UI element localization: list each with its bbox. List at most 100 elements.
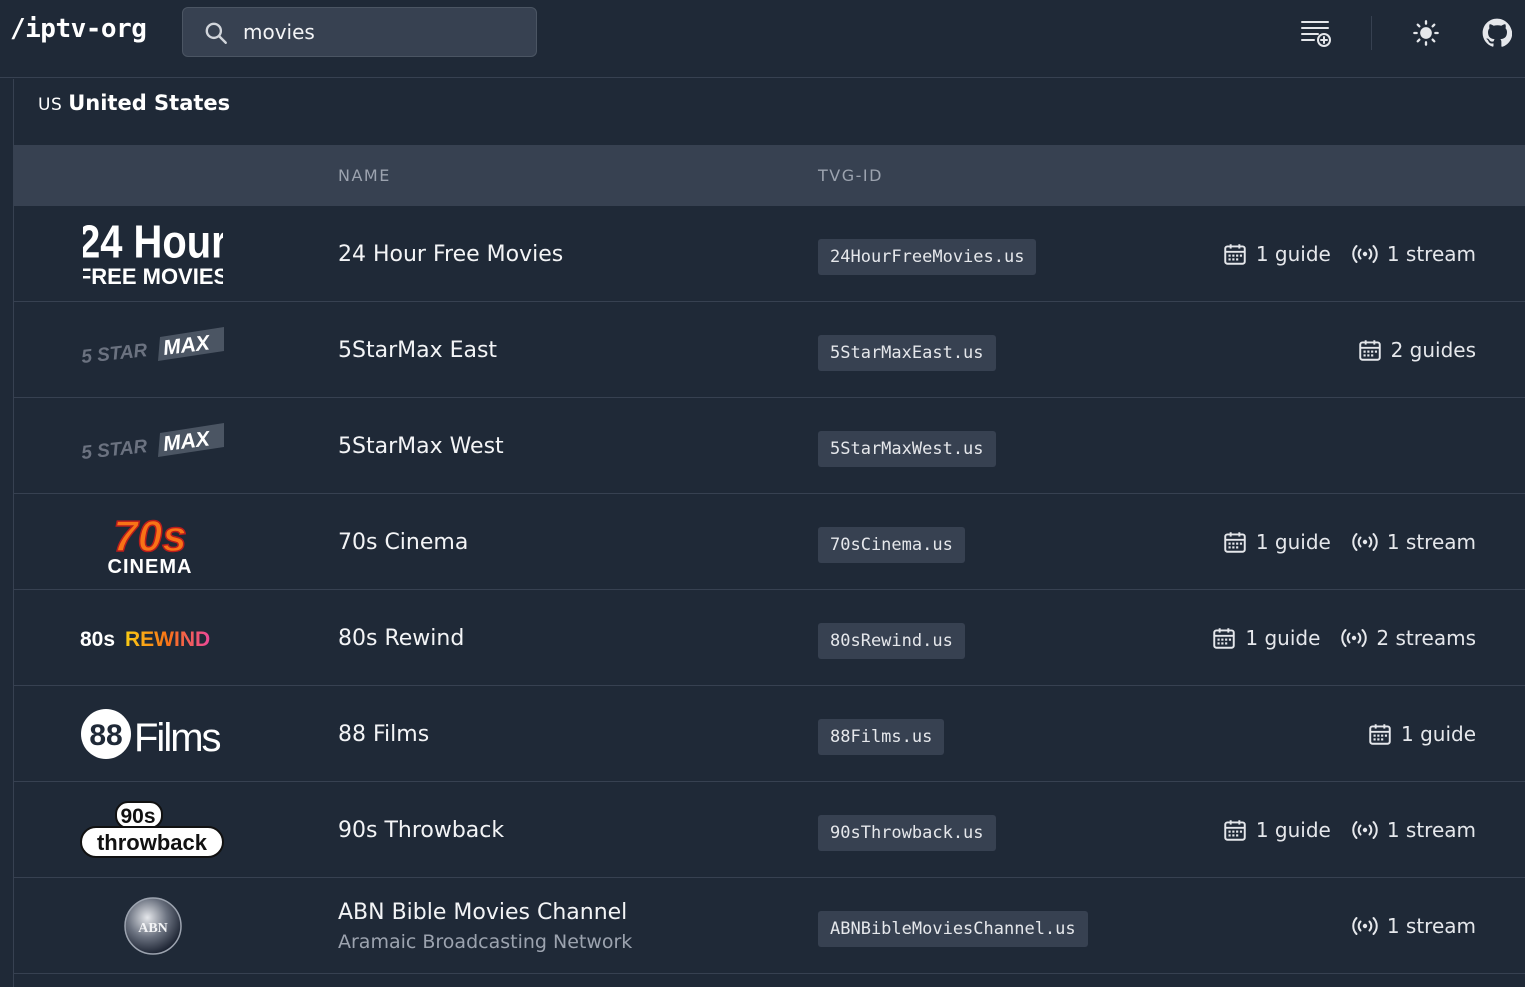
search-icon	[205, 22, 227, 44]
table-row[interactable]: 90s throwback 90s Throwback 90sThrowback…	[14, 782, 1525, 878]
tvg-id-code[interactable]: 90sThrowback.us	[818, 815, 996, 851]
guides-count: 1 guide	[1245, 626, 1321, 650]
top-bar: /iptv-org	[0, 0, 1525, 78]
channel-name[interactable]: 88 Films	[338, 722, 429, 747]
guides-link[interactable]: 1 guide	[1222, 817, 1331, 843]
logo-text: 24 Hour	[83, 220, 223, 268]
tvg-id-code[interactable]: 5StarMaxEast.us	[818, 335, 996, 371]
channel-meta: 1 guide	[1367, 686, 1476, 782]
streams-link[interactable]: 1 stream	[1351, 913, 1476, 939]
channel-name[interactable]: 24 Hour Free Movies	[338, 242, 563, 267]
channel-meta: 1 guide 1 stream	[1222, 494, 1476, 590]
calendar-icon	[1213, 628, 1236, 649]
channel-name[interactable]: ABN Bible Movies Channel	[338, 900, 632, 925]
channel-name-cell: 88 Films	[338, 686, 429, 782]
guides-count: 2 guides	[1390, 338, 1476, 362]
table-row[interactable]: 24 Hour FREE MOVIES 24 Hour Free Movies …	[14, 206, 1525, 302]
channel-name-cell: 5StarMax West	[338, 398, 504, 494]
logo-text: REWIND	[125, 628, 210, 651]
tvg-id-code[interactable]: 70sCinema.us	[818, 527, 965, 563]
logo-text: 5 STAR	[80, 340, 148, 368]
table-row[interactable]: 88 Films 88 Films 88Films.us 1 guide	[14, 686, 1525, 782]
guides-link[interactable]: 1 guide	[1211, 625, 1320, 651]
logo-text: Films	[134, 716, 221, 760]
channel-network: Aramaic Broadcasting Network	[338, 930, 633, 953]
broadcast-icon	[1352, 917, 1378, 935]
logo-text: ABN	[138, 921, 168, 936]
table-row[interactable]: 5 STAR MAX 5StarMax East 5StarMaxEast.us…	[14, 302, 1525, 398]
guides-count: 1 guide	[1400, 722, 1476, 746]
streams-count: 1 stream	[1386, 914, 1476, 938]
channel-name[interactable]: 80s Rewind	[338, 626, 464, 651]
channel-name-cell: ABN Bible Movies Channel Aramaic Broadca…	[338, 878, 632, 974]
tvg-id-code[interactable]: 5StarMaxWest.us	[818, 431, 996, 467]
search-box[interactable]	[182, 7, 537, 57]
channel-logo: 5 STAR MAX	[80, 412, 225, 480]
logo-text: MAX	[162, 331, 213, 360]
guides-link[interactable]: 1 guide	[1222, 529, 1331, 555]
channel-logo: 90s throwback	[80, 796, 225, 864]
streams-count: 1 stream	[1386, 818, 1476, 842]
streams-link[interactable]: 1 stream	[1351, 817, 1476, 843]
country-heading[interactable]: US United States	[38, 91, 230, 115]
header-divider	[1371, 16, 1372, 50]
guides-link[interactable]: 1 guide	[1222, 241, 1331, 267]
streams-count: 1 stream	[1386, 530, 1476, 554]
github-icon[interactable]	[1480, 16, 1514, 50]
column-header-tvg-id: TVG-ID	[818, 166, 883, 185]
channel-logo: 24 Hour FREE MOVIES	[80, 220, 225, 288]
playlist-add-icon[interactable]	[1299, 16, 1333, 50]
channel-meta: 1 stream	[1351, 878, 1476, 974]
search-input[interactable]	[243, 8, 523, 56]
streams-link[interactable]: 1 stream	[1351, 529, 1476, 555]
logo-text: 90s	[120, 805, 155, 828]
broadcast-icon	[1352, 245, 1378, 263]
guides-count: 1 guide	[1255, 530, 1331, 554]
logo-text: CINEMA	[107, 556, 192, 577]
channel-name[interactable]: 90s Throwback	[338, 818, 504, 843]
logo-text: throwback	[97, 830, 208, 855]
country-code: US	[38, 95, 63, 115]
guides-count: 1 guide	[1255, 242, 1331, 266]
logo-text: 80s	[80, 628, 115, 651]
sun-icon[interactable]	[1409, 16, 1443, 50]
table-row[interactable]: 5 STAR MAX 5StarMax West 5StarMaxWest.us	[14, 398, 1525, 494]
channel-name[interactable]: 5StarMax West	[338, 434, 504, 459]
streams-link[interactable]: 1 stream	[1351, 241, 1476, 267]
logo-text: MAX	[162, 427, 213, 456]
site-logo[interactable]: /iptv-org	[10, 14, 147, 44]
streams-link[interactable]: 2 streams	[1340, 625, 1476, 651]
channel-logo: 80s REWIND	[80, 604, 225, 672]
channel-logo: 5 STAR MAX	[80, 316, 225, 384]
table-row[interactable]: ABN ABN Bible Movies Channel Aramaic Bro…	[14, 878, 1525, 974]
tvg-id-code[interactable]: ABNBibleMoviesChannel.us	[818, 911, 1088, 947]
calendar-icon	[1224, 820, 1246, 841]
guides-link[interactable]: 1 guide	[1367, 721, 1476, 747]
tvg-id-code[interactable]: 88Films.us	[818, 719, 945, 755]
column-header-name: NAME	[338, 166, 391, 185]
channel-name[interactable]: 70s Cinema	[338, 530, 468, 555]
tvg-id-code[interactable]: 24HourFreeMovies.us	[818, 239, 1037, 275]
country-panel: US United States NAME TVG-ID 24 Hour FREE…	[13, 79, 1525, 987]
channel-name-cell: 80s Rewind	[338, 590, 464, 686]
guides-link[interactable]: 2 guides	[1357, 337, 1476, 363]
streams-count: 2 streams	[1376, 626, 1476, 650]
channel-meta: 1 guide 1 stream	[1222, 206, 1476, 302]
tvg-id-code[interactable]: 80sRewind.us	[818, 623, 965, 659]
channel-meta: 2 guides	[1357, 302, 1476, 398]
broadcast-icon	[1341, 629, 1368, 647]
table-row[interactable]: 80s REWIND 80s Rewind 80sRewind.us 1 gui…	[14, 590, 1525, 686]
broadcast-icon	[1352, 533, 1378, 551]
calendar-icon	[1369, 724, 1391, 745]
table-row[interactable]: 70s CINEMA 70s Cinema 70sCinema.us 1 gui…	[14, 494, 1525, 590]
channel-logo: 88 Films	[80, 700, 225, 768]
channel-name-cell: 24 Hour Free Movies	[338, 206, 563, 302]
channel-logo: ABN	[80, 892, 225, 960]
logo-text: 5 STAR	[80, 436, 148, 464]
channel-meta: 1 guide 2 streams	[1211, 590, 1476, 686]
logo-text: 88	[89, 719, 122, 752]
broadcast-icon	[1352, 821, 1378, 839]
country-name: United States	[68, 91, 231, 115]
channel-meta: 1 guide 1 stream	[1222, 782, 1476, 878]
channel-name[interactable]: 5StarMax East	[338, 338, 497, 363]
